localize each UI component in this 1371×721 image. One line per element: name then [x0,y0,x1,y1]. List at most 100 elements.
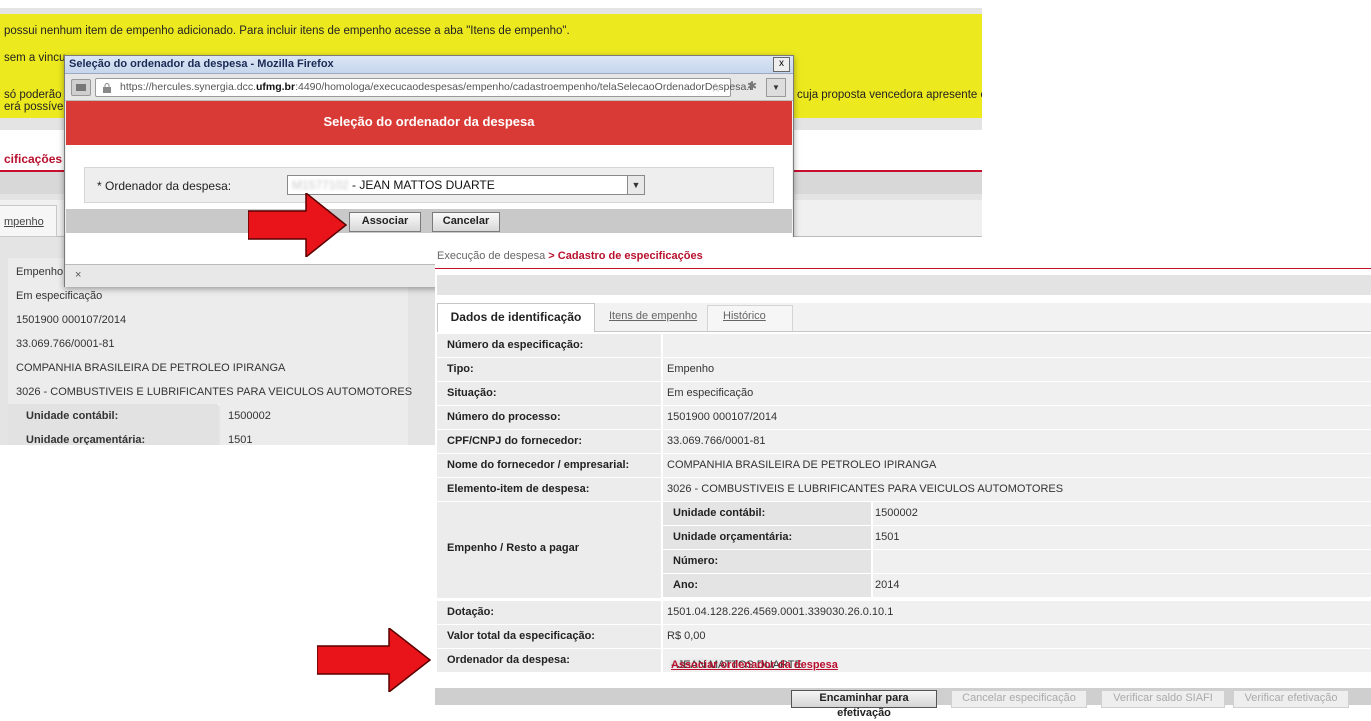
warning-line-1: possui nenhum item de empenho adicionado… [4,25,570,37]
url-suffix: :4490/homologa/execucaodespesas/empenho/… [295,81,752,93]
row-value [663,334,1371,358]
sub-value: 1500002 [873,502,1371,526]
row-label-text: CPF/CNPJ do fornecedor: [447,435,583,447]
row-label: Número da especificação: [437,334,661,358]
divider [435,268,1371,269]
bg-row-text: 33.069.766/0001-81 [16,338,115,350]
bg-sub-value-text: 1501 [228,434,253,445]
row-label-text: Situação: [447,387,497,399]
sub-value: 2014 [873,574,1371,598]
breadcrumb-separator: > [545,250,558,262]
form-row: Nome do fornecedor / empresarial: COMPANH… [437,454,1371,478]
ordenador-select-value: M1577102 - JEAN MATTOS DUARTE [292,178,495,192]
warning-right-text: cuja proposta vencedora apresente o [797,89,982,101]
chevron-down-icon[interactable]: ▼ [627,176,644,194]
row-value: 3026 - COMBUSTIVEIS E LUBRIFICANTES PARA… [663,478,1371,502]
url-bar: https://hercules.synergia.dcc.ufmg.br:44… [65,74,793,101]
form-row: Número da especificação: [437,334,1371,358]
sub-label: Ano: [663,574,871,598]
cancelar-especificacao-button[interactable]: Cancelar especificação [951,690,1087,708]
sub-label-text: Número: [673,555,719,567]
chevron-down-icon[interactable]: ▼ [766,78,786,97]
sub-label: Unidade contábil: [663,502,871,526]
empenho-block: Empenho / Resto a pagar Unidade contábil… [437,502,1371,599]
form-row: Valor total da especificação: R$ 0,00 [437,625,1371,649]
row-value: COMPANHIA BRASILEIRA DE PETROLEO IPIRANG… [663,454,1371,478]
verificar-saldo-button[interactable]: Verificar saldo SIAFI [1101,690,1225,708]
row-label: Empenho / Resto a pagar [437,502,661,599]
ordenador-name: - JEAN MATTOS DUARTE [348,178,495,192]
gray-bar [437,275,1371,295]
row-label: Dotação: [437,601,661,625]
breadcrumb-parent[interactable]: Execução de despesa [437,250,545,262]
breadcrumb: Execução de despesa > Cadastro de especi… [437,250,703,262]
cancelar-button[interactable]: Cancelar [432,212,500,232]
encaminhar-button[interactable]: Encaminhar para efetivação [791,690,937,719]
row-value: R$ 0,00 [663,625,1371,649]
row-value-text: 33.069.766/0001-81 [667,435,766,447]
warning-line-4: erá possíve [4,101,64,113]
bg-row: Em especificação [8,284,408,309]
site-identity-icon[interactable] [71,79,91,96]
bg-row-text: Empenho [16,266,64,278]
warning-line-3: só poderão [4,89,62,101]
form-row: Tipo: Empenho [437,358,1371,382]
bg-row: COMPANHIA BRASILEIRA DE PETROLEO IPIRANG… [8,356,408,381]
associar-button[interactable]: Associar [349,212,421,232]
associar-ordenador-link[interactable]: Associar ordenador da despesa [671,659,838,671]
url-host: ufmg.br [255,81,296,93]
star-icon[interactable]: ☆ [710,80,722,96]
tab-dados-identificacao[interactable]: Dados de identificação [437,303,595,332]
tab-itens-empenho[interactable]: Itens de empenho [609,303,697,330]
addon-icon[interactable]: ✱ [747,79,757,93]
sub-value-text: 2014 [875,579,900,591]
bg-sub-label: Unidade contábil: [8,404,218,429]
form-row: Número do processo: 1501900 000107/2014 [437,406,1371,430]
row-label-text: Número do processo: [447,411,561,423]
row-value: M1577102 - JEAN MATTOS DUARTE Associar o… [663,649,1371,673]
tab-bar: Dados de identificação Itens de empenho … [437,303,1371,332]
ordenador-field-label: * Ordenador da despesa: [97,179,232,193]
ordenador-select[interactable]: M1577102 - JEAN MATTOS DUARTE ▼ [287,175,645,195]
popup-titlebar[interactable]: Seleção do ordenador da despesa - Mozill… [65,56,793,74]
bg-tab-label: cificações [4,152,63,166]
row-label: CPF/CNPJ do fornecedor: [437,430,661,454]
close-icon[interactable]: × [75,269,81,281]
action-bar: Encaminhar para efetivação Cancelar espe… [435,688,1371,719]
bg-row-text: Em especificação [16,290,103,302]
row-value-text: 1501900 000107/2014 [667,411,778,423]
bg-sub-value: 1500002 [220,404,408,429]
blurred-id: M1577102 [292,178,349,192]
row-label-text: Ordenador da despesa: [447,654,570,666]
bg-sub-label: Unidade orçamentária: [8,428,218,445]
row-label-text: Valor total da especificação: [447,630,595,642]
row-value: Em especificação [663,382,1371,406]
sub-label-text: Ano: [673,579,699,591]
row-value-text: Em especificação [667,387,754,399]
breadcrumb-current: Cadastro de especificações [557,250,703,262]
arrow-right-icon [317,628,432,692]
lock-icon [102,82,112,96]
bg-empenho-tab-label[interactable]: mpenho [4,216,44,228]
row-label: Número do processo: [437,406,661,430]
sub-label: Unidade orçamentária: [663,526,871,550]
tab-historico[interactable]: Histórico [723,303,766,330]
row-label: Elemento-item de despesa: [437,478,661,502]
row-value: 1501.04.128.226.4569.0001.339030.26.0.10… [663,601,1371,625]
bg-sub-label-text: Unidade orçamentária: [26,434,146,445]
row-value-text: 3026 - COMBUSTIVEIS E LUBRIFICANTES PARA… [667,483,1064,495]
row-value: 33.069.766/0001-81 [663,430,1371,454]
url-field[interactable]: https://hercules.synergia.dcc.ufmg.br:44… [95,78,752,97]
row-value-text: COMPANHIA BRASILEIRA DE PETROLEO IPIRANG… [667,459,937,471]
close-icon[interactable]: x [773,57,790,72]
form-row: Situação: Em especificação [437,382,1371,406]
verificar-efetivacao-button[interactable]: Verificar efetivação [1233,690,1349,708]
row-label: Nome do fornecedor / empresarial: [437,454,661,478]
bg-sub-label-text: Unidade contábil: [26,410,119,422]
row-label: Valor total da especificação: [437,625,661,649]
bg-row-text: COMPANHIA BRASILEIRA DE PETROLEO IPIRANG… [16,362,286,374]
popup-header: Seleção do ordenador da despesa [66,101,792,145]
row-label-text: Dotação: [447,606,495,618]
popup-header-title: Seleção do ordenador da despesa [323,114,535,129]
row-value-text: R$ 0,00 [667,630,706,642]
